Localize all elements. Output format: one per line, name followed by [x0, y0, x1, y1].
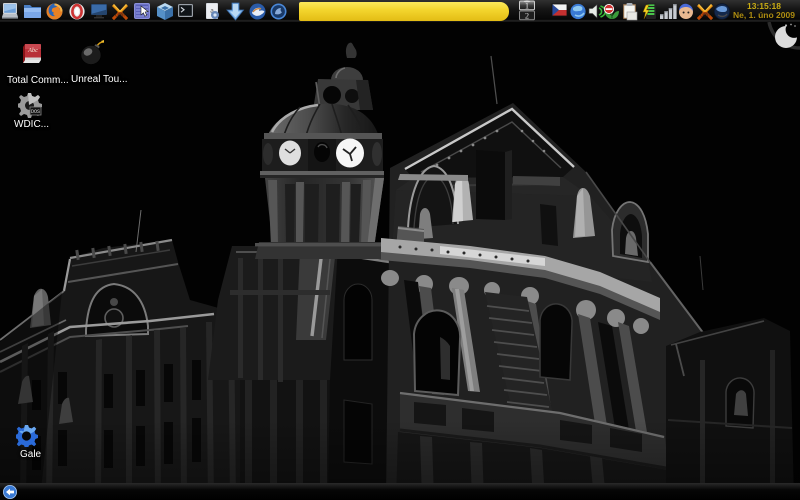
svg-text:cdbf: cdbf	[700, 13, 710, 19]
svg-text:cdbf: cdbf	[115, 13, 125, 19]
svg-text:2: 2	[525, 10, 529, 20]
svg-text:1: 1	[525, 0, 529, 10]
svg-text:Abc: Abc	[27, 47, 38, 54]
svg-text:DOS: DOS	[31, 109, 40, 115]
